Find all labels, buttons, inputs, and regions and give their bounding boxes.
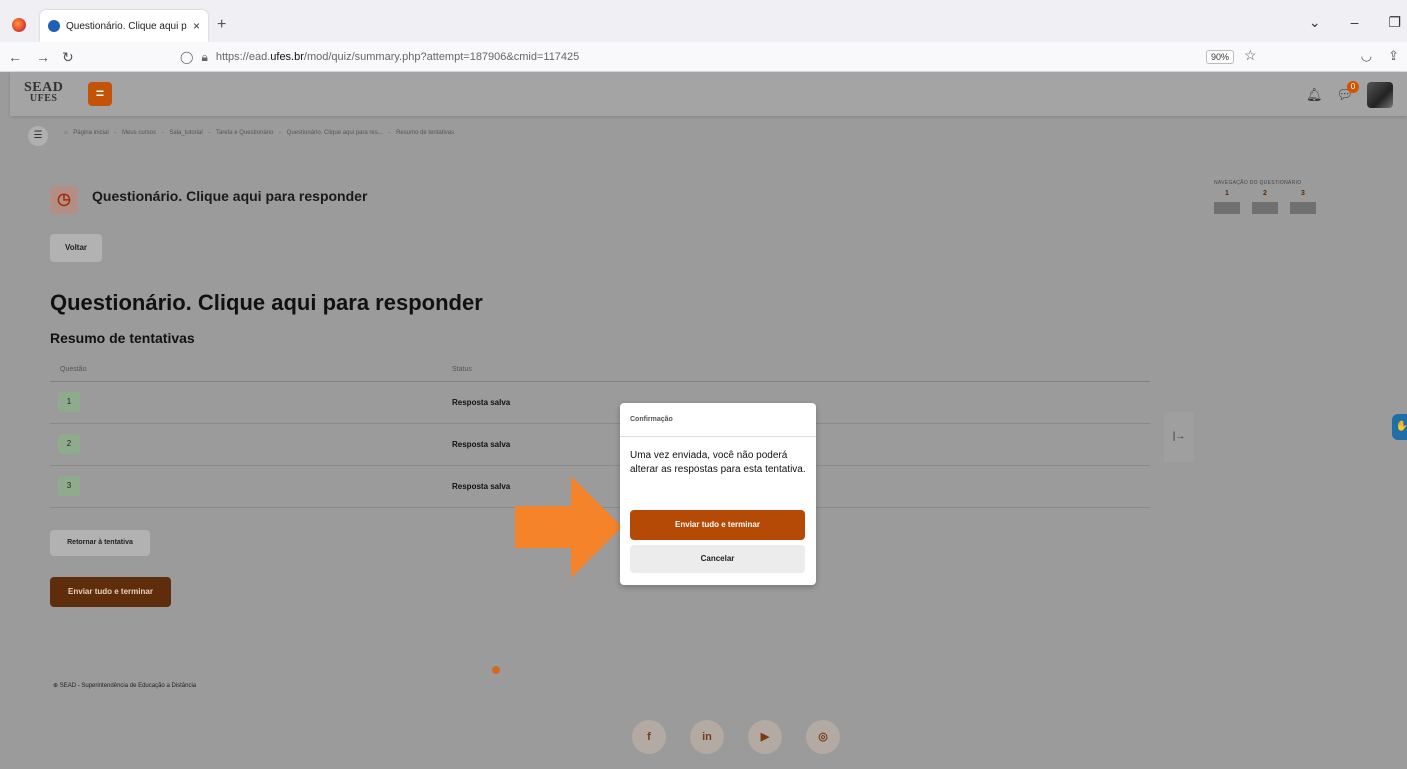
share-icon[interactable]: ⇪ [1388,48,1399,64]
quiz-nav-item[interactable]: 3 [1290,190,1316,214]
question-link[interactable]: 3 [58,476,80,496]
window-controls: ⌄ – ❐ [1309,14,1407,31]
browser-toolbar: ← → ↻ ◯ 🔒︎ https://ead. ufes.br/mod/quiz/… [0,42,1407,72]
sead-logo[interactable]: SEAD UFES [24,81,63,105]
new-tab-button[interactable]: + [217,16,226,34]
accessibility-icon[interactable]: ✋ [1392,414,1407,440]
youtube-icon[interactable]: ▶ [748,720,782,754]
table-row: 2 Resposta salva [50,424,1150,466]
confirmation-dialog: Confirmação Uma vez enviada, você não po… [620,403,816,585]
tab-title: Questionário. Clique aqui para [66,20,187,32]
footer-label: SEAD - Superintendência de Educação a Di… [59,683,197,689]
breadcrumb-item[interactable]: Sala_tutorial [169,130,202,136]
breadcrumb-sep: - [161,130,164,136]
browser-tab-bar: Questionário. Clique aqui para × + ⌄ – ❐ [0,0,1407,42]
navbar-right: 🔔︎ 💬︎ 0 [1306,81,1393,108]
quiz-stopwatch-icon: ◷ [50,186,78,214]
shield-icon[interactable]: ◯ [180,50,193,64]
quiz-nav-box [1290,202,1316,214]
firefox-logo-icon[interactable] [12,18,26,32]
pocket-icon[interactable]: ◡ [1361,48,1372,64]
dialog-title: Confirmação [630,416,673,423]
quiz-nav-number: 3 [1301,190,1305,197]
page-title: Questionário. Clique aqui para responder [50,290,483,315]
social-links: f in ▶ ◎ [632,720,840,754]
quiz-nav-number: 2 [1263,190,1267,197]
address-bar[interactable]: ◯ 🔒︎ https://ead. ufes.br/mod/quiz/summar… [180,46,1270,68]
quiz-navigation: 1 2 3 [1214,190,1316,214]
status-text: Resposta salva [452,398,511,407]
tab-close-icon[interactable]: × [193,19,200,33]
facebook-icon[interactable]: f [632,720,666,754]
collapse-drawer-icon[interactable]: |→ [1164,412,1194,462]
site-favicon-icon [48,20,60,32]
tab-list-icon[interactable]: ⌄ [1309,14,1321,31]
quiz-nav-box [1252,202,1278,214]
breadcrumb-sep: - [279,130,281,136]
dialog-cancel-button[interactable]: Cancelar [630,545,805,573]
restore-icon[interactable]: ❐ [1388,14,1401,31]
avatar[interactable] [1367,82,1393,108]
footer-text: ⊕ SEAD - Superintendência de Educação a … [53,682,196,689]
breadcrumb: ⌂ Página inicial - Meus cursos - Sala_tu… [64,130,458,136]
quiz-nav-item[interactable]: 2 [1252,190,1278,214]
url-prefix: https://ead. [215,51,271,63]
chat-icon[interactable]: 💬︎ 0 [1336,81,1359,103]
breadcrumb-item-current: Resumo de tentativas [396,130,455,136]
linkedin-icon[interactable]: in [690,720,724,754]
bookmark-star-icon[interactable]: ☆ [1244,47,1257,64]
summary-subtitle: Resumo de tentativas [50,330,195,346]
quiz-navigation-title: NAVEGAÇÃO DO QUESTIONÁRIO [1214,180,1302,186]
breadcrumb-item[interactable]: Meus cursos [122,130,156,136]
table-row: 1 Resposta salva [50,382,1150,424]
breadcrumb-sep: - [208,130,211,136]
quiz-nav-item[interactable]: 1 [1214,190,1240,214]
return-to-attempt-button[interactable]: Retornar à tentativa [50,530,150,556]
lock-icon[interactable]: 🔒︎ [201,50,207,65]
bell-icon[interactable]: 🔔︎ [1306,87,1323,103]
breadcrumb-sep: - [114,130,117,136]
question-link[interactable]: 1 [58,392,80,412]
instagram-icon[interactable]: ◎ [806,720,840,754]
orange-arrow-annotation [515,476,622,578]
url-path: /mod/quiz/summary.php?attempt=187906&cmi… [303,51,580,63]
dialog-body: Uma vez enviada, você não poderá alterar… [630,450,806,475]
col-status-header: Status [452,366,472,373]
decorative-dot [492,666,500,674]
site-navbar: SEAD UFES = 🔔︎ 💬︎ 0 [10,72,1407,116]
breadcrumb-item[interactable]: Tarefa e Questionário [216,130,273,136]
table-header: Questão Status [50,358,1150,382]
col-question-header: Questão [60,366,87,373]
dialog-submit-button[interactable]: Enviar tudo e terminar [630,510,805,540]
quiz-nav-box [1214,202,1240,214]
status-text: Resposta salva [452,482,511,491]
globe-icon: ⊕ [53,683,60,689]
menu-toggle-button[interactable]: = [88,82,112,106]
submit-all-button[interactable]: Enviar tudo e terminar [50,577,171,607]
breadcrumb-item[interactable]: Questionário. Clique aqui para res... [287,130,383,136]
minimize-icon[interactable]: – [1351,14,1359,31]
course-index-toggle-icon[interactable]: ☰ [28,126,48,146]
url-host: ufes.br [270,51,304,63]
zoom-level[interactable]: 90% [1206,50,1235,64]
page-header-title: Questionário. Clique aqui para responder [92,188,368,204]
home-icon: ⌂ [64,130,68,136]
breadcrumb-sep: - [388,130,391,136]
toolbar-right: ◡ ⇪ [1361,48,1399,64]
quiz-nav-number: 1 [1225,190,1229,197]
chat-badge: 0 [1347,81,1359,93]
back-arrow-icon[interactable]: ← [8,49,22,65]
dialog-divider [620,436,816,437]
reload-icon[interactable]: ↻ [62,49,74,66]
forward-arrow-icon[interactable]: → [36,49,50,65]
browser-tab[interactable]: Questionário. Clique aqui para × [40,10,208,42]
question-link[interactable]: 2 [58,434,80,454]
back-button[interactable]: Voltar [50,234,102,262]
breadcrumb-item[interactable]: Página inicial [73,130,108,136]
status-text: Resposta salva [452,440,511,449]
